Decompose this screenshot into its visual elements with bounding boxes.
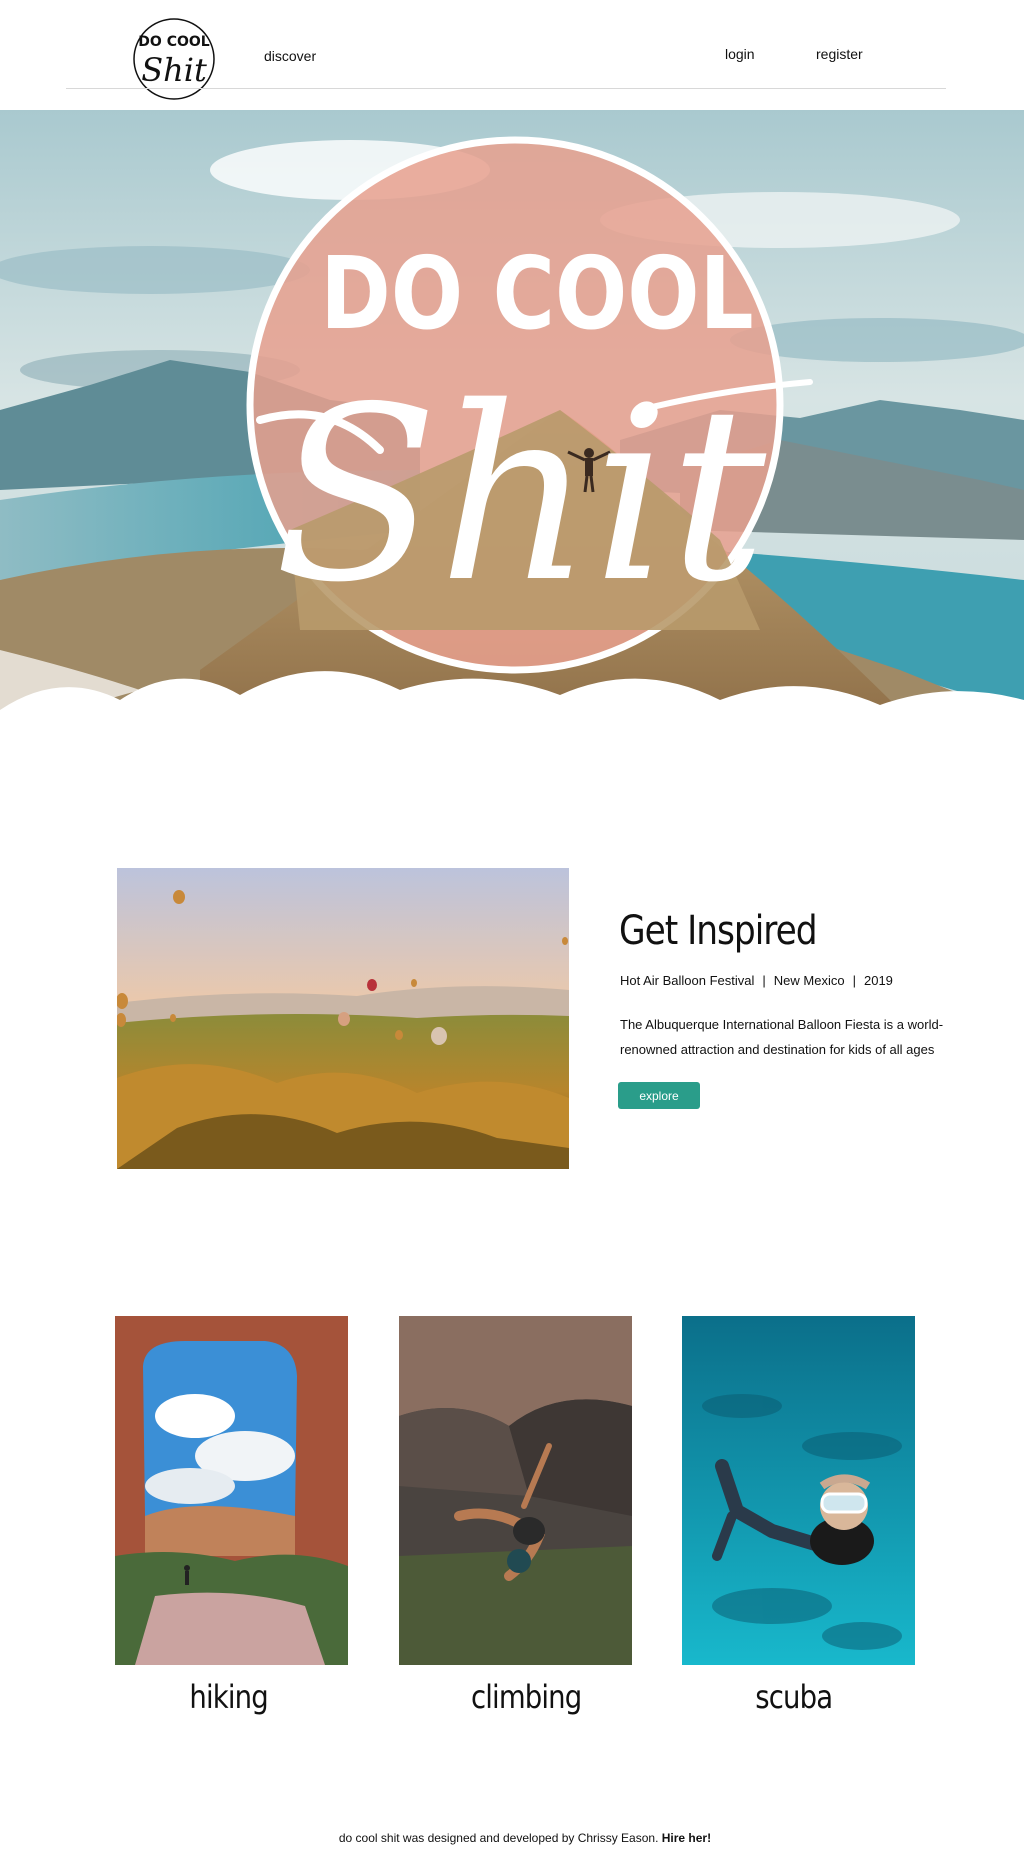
scuba-photo[interactable] (682, 1316, 915, 1665)
nav-login-link[interactable]: login (725, 46, 755, 62)
logo-line1: DO COOL (138, 34, 209, 50)
balloon-landscape-illustration (117, 868, 569, 1169)
scuba-diver-illustration (682, 1316, 915, 1665)
rock-climber-illustration (399, 1316, 632, 1665)
climbing-label-text: climbing (471, 1678, 582, 1716)
climbing-label[interactable]: climbing (410, 1678, 643, 1716)
hiking-label[interactable]: hiking (112, 1678, 345, 1716)
canyon-arch-illustration (115, 1316, 348, 1665)
feature-location: New Mexico (773, 973, 845, 988)
balloon-festival-photo (117, 868, 569, 1169)
feature-event: Hot Air Balloon Festival (620, 973, 755, 988)
hire-link[interactable]: Hire her! (662, 1831, 711, 1845)
feature-year: 2019 (863, 973, 893, 988)
feature-description: The Albuquerque International Balloon Fi… (620, 1017, 944, 1057)
hiking-photo[interactable] (115, 1316, 348, 1665)
nav-register-link[interactable]: register (816, 46, 863, 62)
nav-discover-link[interactable]: discover (264, 48, 316, 64)
hiking-label-text: hiking (189, 1678, 268, 1716)
hero-mountain-illustration: DO COOL Shit (0, 110, 1024, 750)
scuba-label[interactable]: scuba (677, 1678, 910, 1716)
meta-separator: | (762, 973, 766, 988)
feature-meta: Hot Air Balloon Festival | New Mexico | 2019 (620, 973, 893, 988)
top-navigation: DO COOL Shit discover login register (0, 0, 1024, 108)
nav-divider (66, 88, 946, 89)
climbing-photo[interactable] (399, 1316, 632, 1665)
hero-banner: DO COOL Shit (0, 110, 1024, 750)
meta-separator: | (852, 973, 856, 988)
feature-title: Get Inspired (619, 908, 818, 954)
explore-button[interactable]: explore (618, 1082, 700, 1109)
logo-line2: Shit (141, 51, 207, 89)
scuba-label-text: scuba (755, 1678, 833, 1716)
footer: do cool shit was designed and developed … (0, 1831, 1024, 1845)
hero-title-top: DO COOL (320, 235, 753, 351)
footer-credit: do cool shit was designed and developed … (338, 1831, 659, 1845)
